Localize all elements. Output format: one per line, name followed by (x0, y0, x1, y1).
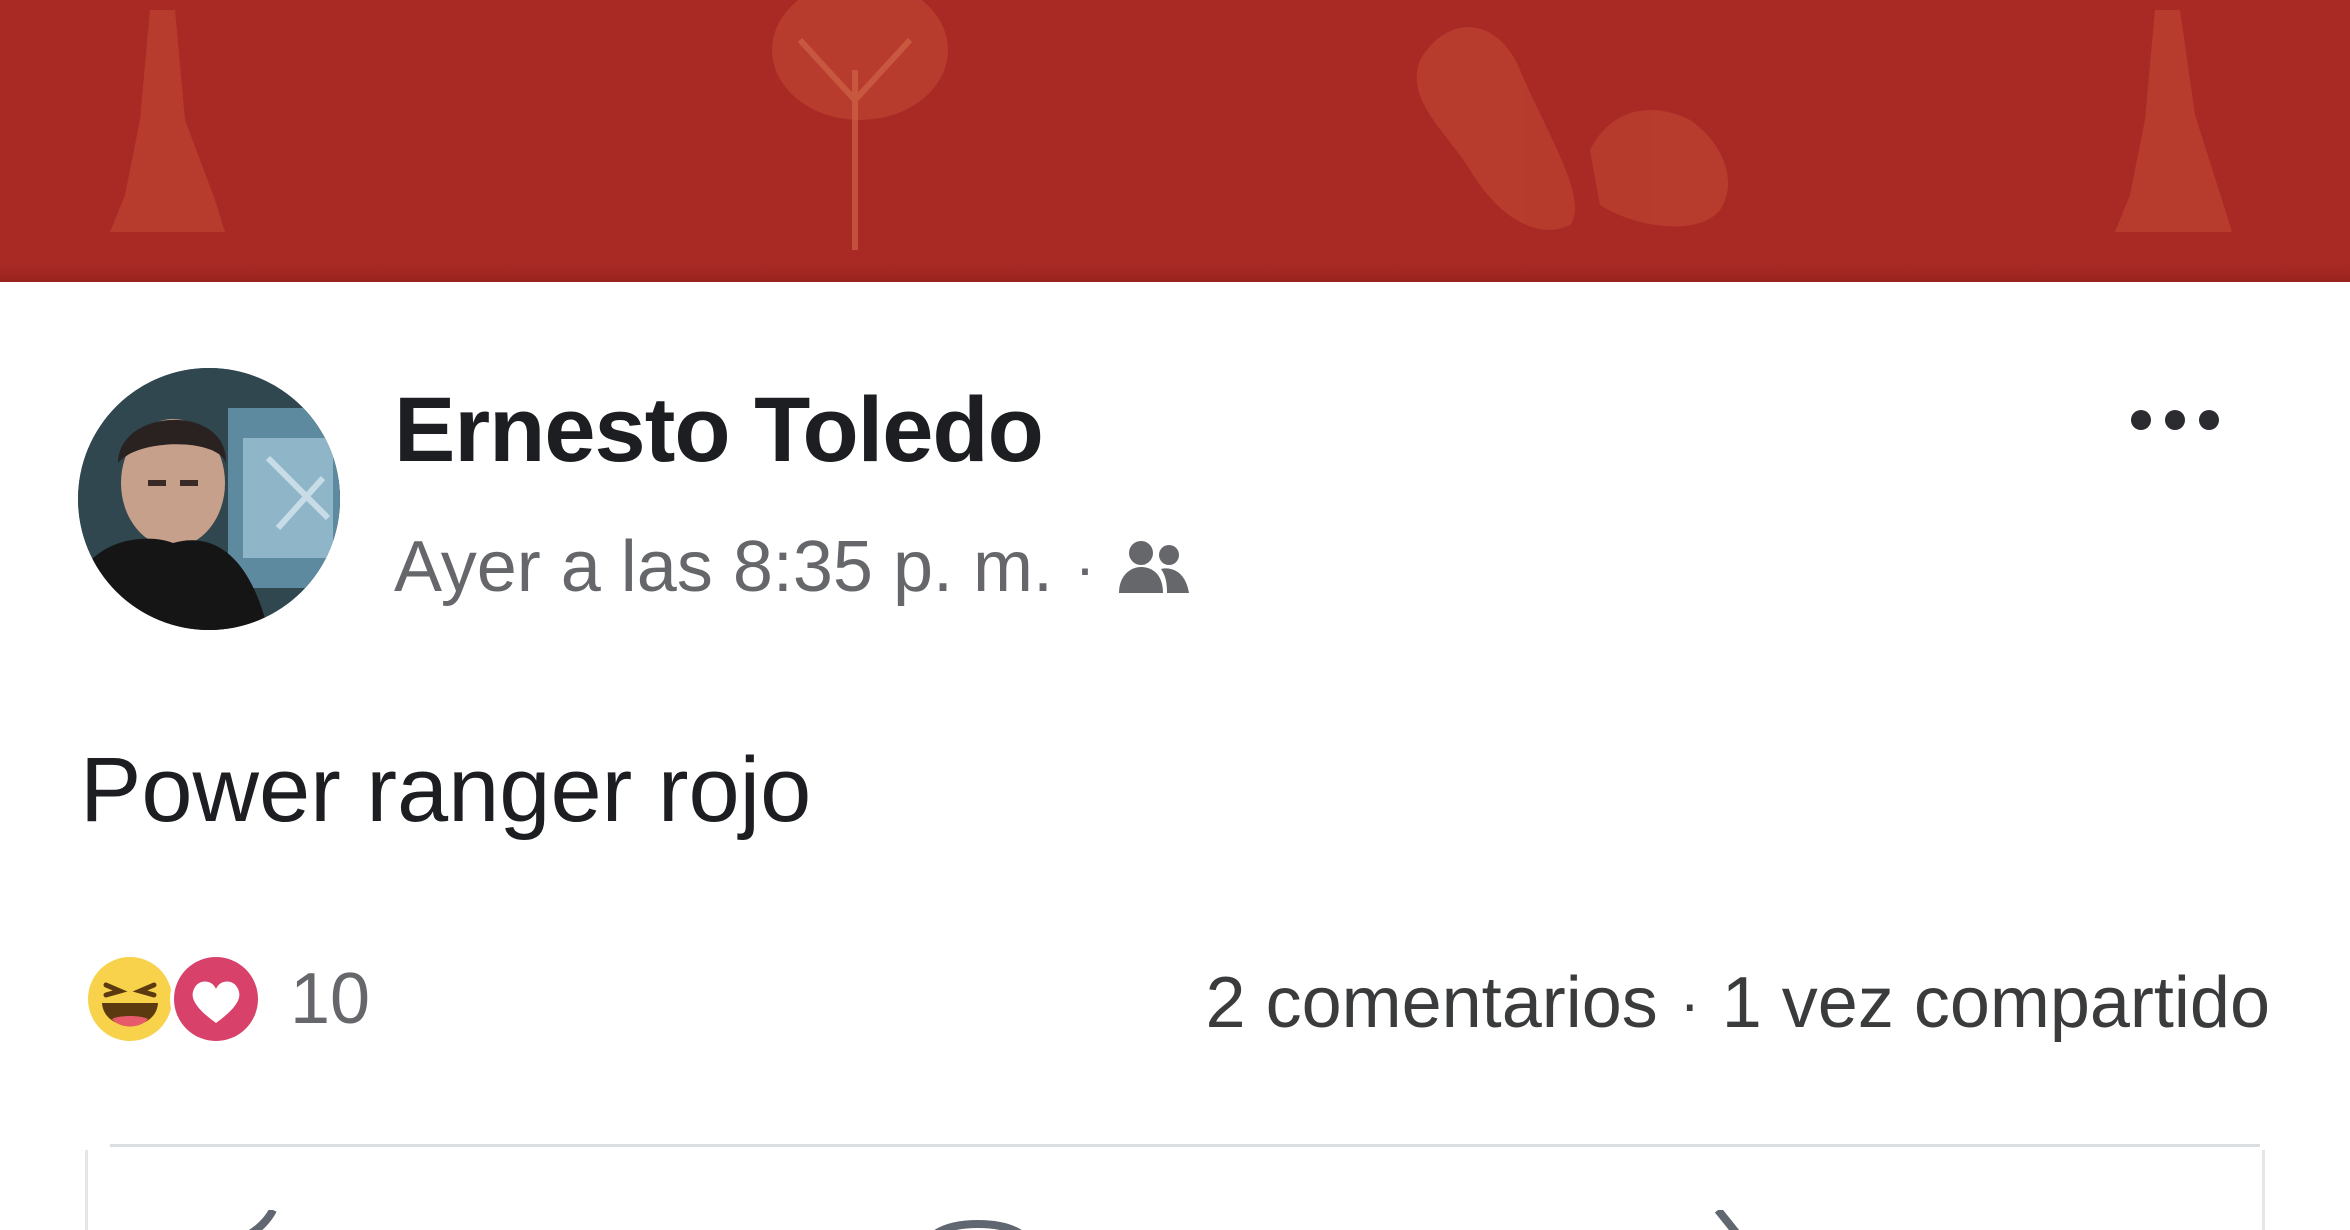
cover-pattern-art (110, 0, 2232, 250)
haha-reaction-icon (82, 951, 178, 1047)
post-timestamp[interactable]: Ayer a las 8:35 p. m. (394, 526, 1053, 608)
love-reaction-icon (168, 951, 264, 1047)
post-action-bar (85, 1150, 2265, 1230)
comment-icon[interactable] (908, 1210, 1048, 1230)
dot (2131, 410, 2151, 430)
meta-separator: · (1075, 533, 1095, 601)
post-divider (110, 1144, 2260, 1147)
engagement-counts: 2 comentarios · 1 vez compartido (1206, 948, 2270, 1058)
shares-count-link[interactable]: 1 vez compartido (1722, 962, 2270, 1044)
friends-icon[interactable] (1111, 537, 1195, 597)
share-icon[interactable] (1688, 1210, 1748, 1230)
counts-separator: · (1679, 969, 1700, 1037)
profile-photo (78, 368, 340, 630)
cover-banner (0, 0, 2350, 282)
post-meta: Ayer a las 8:35 p. m. · (394, 522, 1195, 612)
comments-count-link[interactable]: 2 comentarios (1206, 962, 1658, 1044)
dot (2199, 410, 2219, 430)
post-text: Power ranger rojo (80, 739, 812, 841)
dot (2165, 410, 2185, 430)
reactions-summary[interactable]: 10 (82, 944, 370, 1054)
like-icon[interactable] (228, 1210, 318, 1230)
author-name-link[interactable]: Ernesto Toledo (394, 378, 1044, 483)
author-avatar[interactable] (78, 368, 340, 630)
facebook-post-screen: Ernesto Toledo Ayer a las 8:35 p. m. · P… (0, 0, 2350, 1230)
reaction-count: 10 (290, 959, 371, 1039)
friends-icon-graphic (1119, 541, 1189, 593)
more-options-button[interactable] (2110, 385, 2240, 455)
